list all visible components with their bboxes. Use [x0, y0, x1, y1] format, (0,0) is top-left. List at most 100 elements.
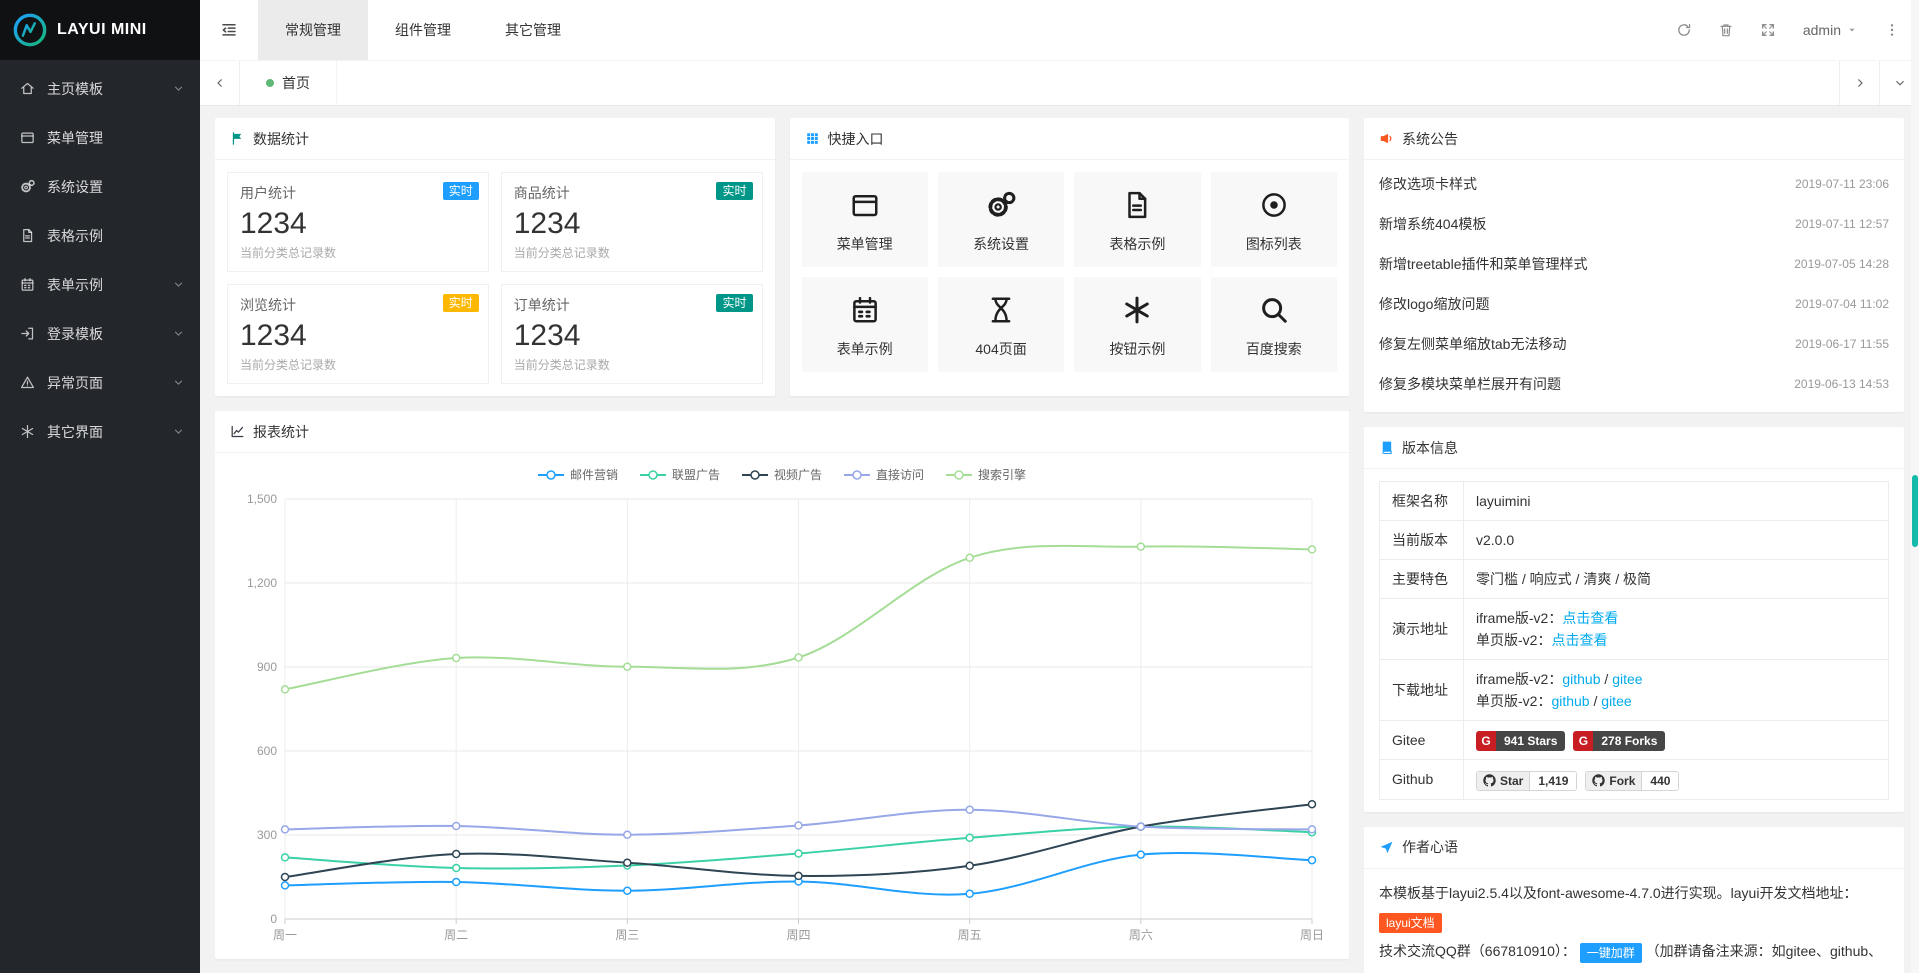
quick-entry-系统设置[interactable]: 系统设置: [938, 172, 1064, 267]
sidebar-item[interactable]: 异常页面: [0, 358, 200, 407]
quick-entry-图标列表[interactable]: 图标列表: [1211, 172, 1337, 267]
gears-icon: [20, 179, 47, 194]
card-data-stats: 数据统计 用户统计1234当前分类总记录数实时商品统计1234当前分类总记录数实…: [215, 118, 775, 396]
svg-text:周四: 周四: [786, 928, 810, 942]
card-quick-entry: 快捷入口 菜单管理系统设置表格示例图标列表表单示例404页面按钮示例百度搜索: [790, 118, 1350, 396]
card-title: 系统公告: [1402, 129, 1458, 149]
main-area: 常规管理组件管理其它管理 admin 首页: [200, 0, 1919, 973]
quick-entry-菜单管理[interactable]: 菜单管理: [802, 172, 928, 267]
header-tab[interactable]: 组件管理: [368, 0, 478, 60]
fullscreen-button[interactable]: [1747, 0, 1789, 60]
chart-legend: 邮件营销 联盟广告 视频广告 直接访问 搜索引擎: [227, 453, 1337, 485]
card-title: 报表统计: [253, 422, 309, 442]
svg-text:周日: 周日: [1300, 928, 1324, 942]
card-version-info-header: 版本信息: [1364, 427, 1904, 469]
legend-item[interactable]: 联盟广告: [640, 466, 720, 483]
author-line-2: 技术交流QQ群（667810910）： 一键加群 （加群请备注来源：如gitee…: [1379, 937, 1889, 973]
link-gitee[interactable]: gitee: [1601, 693, 1631, 709]
header-tab[interactable]: 其它管理: [478, 0, 588, 60]
announcement-item[interactable]: 修复多模块菜单栏展开有问题2019-06-13 14:53: [1379, 364, 1889, 404]
github-badge[interactable]: Fork440: [1585, 771, 1679, 791]
sidebar-item[interactable]: 登录模板: [0, 309, 200, 358]
calendar-icon: [850, 295, 880, 325]
announcement-item[interactable]: 新增系统404模板2019-07-11 12:57: [1379, 204, 1889, 244]
bullhorn-icon: [1379, 131, 1394, 146]
legend-item[interactable]: 视频广告: [742, 466, 822, 483]
sidebar-menu: 主页模板菜单管理系统设置表格示例表单示例登录模板异常页面其它界面: [0, 60, 200, 456]
stats-grid: 用户统计1234当前分类总记录数实时商品统计1234当前分类总记录数实时浏览统计…: [215, 160, 775, 396]
chevron-down-icon: [173, 83, 184, 94]
chevron-down-icon: [173, 426, 184, 437]
chevron-down-icon: [173, 279, 184, 290]
gitee-icon: G: [1476, 731, 1496, 751]
legend-item[interactable]: 邮件营销: [538, 466, 618, 483]
version-row: 下载地址iframe版-v2：github / gitee单页版-v2：gith…: [1380, 660, 1889, 721]
tab-home-label: 首页: [282, 73, 310, 93]
layui-docs-badge[interactable]: layui文档: [1379, 913, 1442, 933]
refresh-button[interactable]: [1663, 0, 1705, 60]
svg-text:周五: 周五: [958, 928, 982, 942]
svg-text:1,500: 1,500: [247, 492, 277, 506]
gitee-badge[interactable]: G278 Forks: [1573, 731, 1665, 751]
header-tab[interactable]: 常规管理: [258, 0, 368, 60]
scrollbar-thumb[interactable]: [1912, 475, 1918, 547]
header-nav-tabs: 常规管理组件管理其它管理: [258, 0, 588, 60]
sidebar-item[interactable]: 系统设置: [0, 162, 200, 211]
more-menu-button[interactable]: [1871, 0, 1913, 60]
join-qq-group-badge[interactable]: 一键加群: [1580, 943, 1642, 963]
file-icon: [1122, 190, 1152, 220]
logo[interactable]: LAYUI MINI: [0, 0, 200, 60]
stat-box: 用户统计1234当前分类总记录数实时: [227, 172, 489, 272]
window-icon: [20, 130, 47, 145]
version-row: 主要特色零门槛 / 响应式 / 清爽 / 极简: [1380, 560, 1889, 599]
link-点击查看[interactable]: 点击查看: [1551, 632, 1607, 648]
link-github[interactable]: github: [1562, 671, 1600, 687]
quick-entry-表格示例[interactable]: 表格示例: [1074, 172, 1200, 267]
user-dropdown[interactable]: admin: [1789, 22, 1871, 38]
stat-box: 浏览统计1234当前分类总记录数实时: [227, 284, 489, 384]
gears-icon: [986, 190, 1016, 220]
tab-active-dot: [266, 79, 274, 87]
quick-entry-grid: 菜单管理系统设置表格示例图标列表表单示例404页面按钮示例百度搜索: [790, 160, 1350, 384]
asterisk-icon: [1122, 295, 1152, 325]
quick-entry-百度搜索[interactable]: 百度搜索: [1211, 277, 1337, 372]
sidebar-item[interactable]: 表单示例: [0, 260, 200, 309]
sidebar-item[interactable]: 其它界面: [0, 407, 200, 456]
expand-icon: [1760, 22, 1776, 38]
link-github[interactable]: github: [1551, 693, 1589, 709]
announcement-item[interactable]: 修改logo缩放问题2019-07-04 11:02: [1379, 284, 1889, 324]
announcement-item[interactable]: 修改选项卡样式2019-07-11 23:06: [1379, 164, 1889, 204]
version-row: GiteeG941 StarsG278 Forks: [1380, 721, 1889, 760]
svg-text:600: 600: [257, 744, 277, 758]
app-root: LAYUI MINI 主页模板菜单管理系统设置表格示例表单示例登录模板异常页面其…: [0, 0, 1919, 973]
announcement-item[interactable]: 修复左侧菜单缩放tab无法移动2019-06-17 11:55: [1379, 324, 1889, 364]
chevron-down-icon: [173, 328, 184, 339]
card-report-chart: 报表统计 邮件营销联盟广告视频广告直接访问搜索引擎 03006009001,20…: [215, 411, 1349, 959]
sidebar-item[interactable]: 主页模板: [0, 64, 200, 113]
announcement-item[interactable]: 新增treetable插件和菜单管理样式2019-07-05 14:28: [1379, 244, 1889, 284]
tab-scroll-left-button[interactable]: [200, 61, 240, 105]
quick-entry-404页面[interactable]: 404页面: [938, 277, 1064, 372]
gitee-badge[interactable]: G941 Stars: [1476, 731, 1565, 751]
card-report-chart-header: 报表统计: [215, 411, 1349, 453]
collapse-sidebar-button[interactable]: [200, 0, 258, 60]
content: 数据统计 用户统计1234当前分类总记录数实时商品统计1234当前分类总记录数实…: [200, 106, 1919, 973]
stat-box: 订单统计1234当前分类总记录数实时: [501, 284, 763, 384]
tab-scroll-right-button[interactable]: [1839, 61, 1879, 105]
quick-entry-按钮示例[interactable]: 按钮示例: [1074, 277, 1200, 372]
search-icon: [1259, 295, 1289, 325]
link-gitee[interactable]: gitee: [1612, 671, 1642, 687]
card-title: 数据统计: [253, 129, 309, 149]
realtime-badge: 实时: [443, 182, 479, 200]
chevron-left-icon: [214, 77, 226, 89]
legend-item[interactable]: 直接访问: [844, 466, 924, 483]
content-right-column: 系统公告 修改选项卡样式2019-07-11 23:06新增系统404模板201…: [1364, 118, 1904, 973]
legend-item[interactable]: 搜索引擎: [946, 466, 1026, 483]
clear-cache-button[interactable]: [1705, 0, 1747, 60]
sidebar-item[interactable]: 菜单管理: [0, 113, 200, 162]
quick-entry-表单示例[interactable]: 表单示例: [802, 277, 928, 372]
sidebar-item[interactable]: 表格示例: [0, 211, 200, 260]
tab-home[interactable]: 首页: [240, 61, 337, 105]
github-badge[interactable]: Star1,419: [1476, 771, 1577, 791]
link-点击查看[interactable]: 点击查看: [1562, 610, 1618, 626]
